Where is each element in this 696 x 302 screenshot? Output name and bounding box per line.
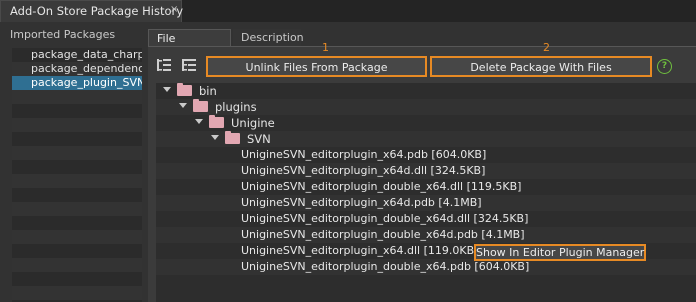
folder-label: bin (199, 84, 217, 98)
folder-icon (225, 131, 240, 144)
tab-description[interactable]: Description (233, 29, 304, 46)
file-label: UnigineSVN_editorplugin_x64.dll [119.0KB… (241, 244, 479, 257)
close-icon[interactable]: × (170, 4, 178, 15)
empty-row (12, 244, 142, 258)
folder-label: Unigine (231, 116, 275, 130)
folder-icon (193, 99, 208, 112)
empty-row (12, 188, 142, 202)
window-tabbar: Add-On Store Package History × (0, 0, 696, 22)
package-item-selected[interactable]: package_plugin_SVN (12, 76, 142, 90)
tree-row[interactable]: Unigine (156, 115, 696, 131)
file-label: UnigineSVN_editorplugin_double_x64d.pdb … (241, 228, 525, 241)
expand-all-icon[interactable] (156, 57, 172, 73)
package-item[interactable]: package_data_charp_ (12, 48, 142, 62)
collapse-arrow-icon[interactable] (195, 119, 203, 124)
tree-row[interactable]: plugins (156, 99, 696, 115)
file-row[interactable]: UnigineSVN_editorplugin_x64d.pdb [4.1MB] (156, 195, 696, 211)
unlink-files-button[interactable]: Unlink Files From Package (206, 56, 427, 77)
package-item[interactable]: package_dependenci (12, 62, 142, 76)
file-row[interactable]: UnigineSVN_editorplugin_x64d.dll [324.5K… (156, 163, 696, 179)
collapse-arrow-icon[interactable] (163, 87, 171, 92)
empty-row (12, 286, 142, 300)
empty-row (12, 230, 142, 244)
tab-file-hierarchy[interactable]: File Hierarchy (148, 29, 231, 62)
empty-row (12, 272, 142, 286)
folder-icon (209, 115, 224, 128)
file-label: UnigineSVN_editorplugin_x64d.dll [324.5K… (241, 164, 486, 177)
annotation-number: 2 (543, 41, 550, 54)
annotation-number: 1 (322, 41, 329, 54)
tree-row[interactable]: bin (156, 83, 696, 99)
window-title: Add-On Store Package History (10, 4, 184, 18)
collapse-arrow-icon[interactable] (179, 103, 187, 108)
window-tab[interactable]: Add-On Store Package History × (0, 0, 184, 22)
folder-icon (177, 83, 192, 96)
file-row[interactable]: UnigineSVN_editorplugin_double_x64.pdb [… (156, 259, 696, 275)
file-row[interactable]: UnigineSVN_editorplugin_double_x64.dll [… (156, 179, 696, 195)
file-label: UnigineSVN_editorplugin_double_x64.dll [… (241, 180, 522, 193)
help-icon[interactable]: ? (657, 59, 672, 74)
folder-label: plugins (215, 100, 257, 114)
file-row[interactable]: UnigineSVN_editorplugin_double_x64d.dll … (156, 211, 696, 227)
tree-row[interactable]: SVN (156, 131, 696, 147)
file-label: UnigineSVN_editorplugin_double_x64.pdb [… (241, 260, 530, 273)
file-row[interactable]: UnigineSVN_editorplugin_x64.pdb [604.0KB… (156, 147, 696, 163)
empty-row (12, 118, 142, 132)
file-row[interactable]: UnigineSVN_editorplugin_double_x64d.pdb … (156, 227, 696, 243)
empty-row (12, 132, 142, 146)
file-tree[interactable]: bin plugins Unigine SVN UnigineSVN_edito… (156, 83, 696, 302)
empty-row (12, 258, 142, 272)
file-label: UnigineSVN_editorplugin_x64d.pdb [4.1MB] (241, 196, 482, 209)
empty-row (12, 90, 142, 104)
delete-package-button[interactable]: Delete Package With Files (430, 56, 652, 77)
collapse-arrow-icon[interactable] (211, 135, 219, 140)
show-in-plugin-manager-button[interactable]: Show In Editor Plugin Manager (474, 244, 646, 261)
empty-row (12, 202, 142, 216)
empty-row (156, 275, 696, 291)
empty-row (12, 174, 142, 188)
folder-label: SVN (247, 132, 271, 146)
imported-packages-title: Imported Packages (10, 28, 116, 41)
file-label: UnigineSVN_editorplugin_double_x64d.dll … (241, 212, 529, 225)
file-label: UnigineSVN_editorplugin_x64.pdb [604.0KB… (241, 148, 487, 161)
empty-row (12, 160, 142, 174)
collapse-all-icon[interactable] (181, 57, 197, 73)
empty-row (12, 104, 142, 118)
empty-row (12, 216, 142, 230)
empty-row (12, 146, 142, 160)
package-list[interactable]: package_data_charp_ package_dependenci p… (12, 48, 142, 302)
